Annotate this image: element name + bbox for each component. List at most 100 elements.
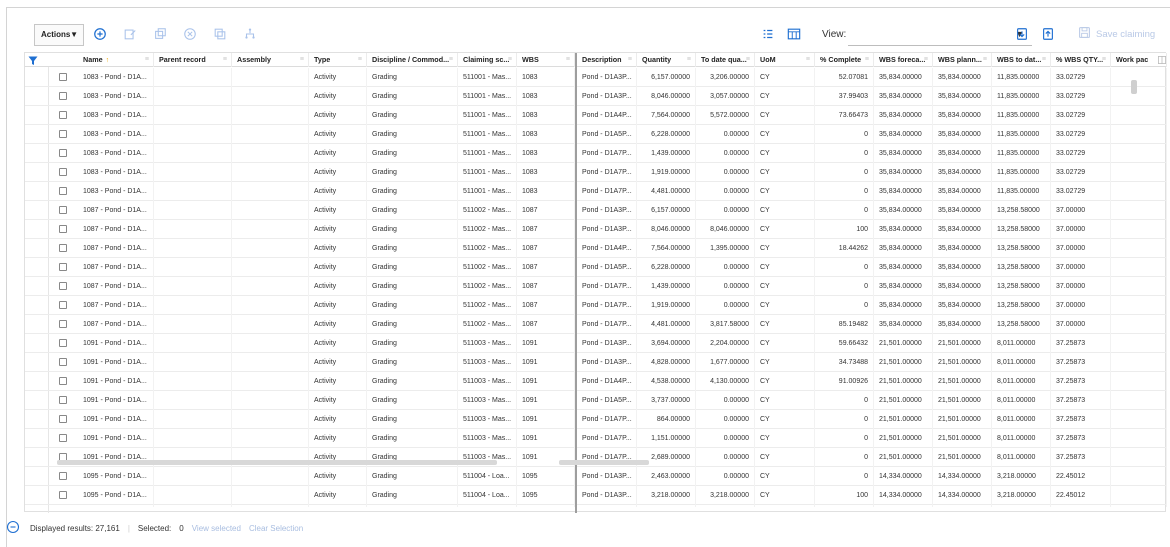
row-checkbox[interactable] xyxy=(59,244,67,252)
column-menu-icon[interactable]: ≡ xyxy=(1102,53,1106,67)
table-row[interactable]: 1087 - Pond - D1A... Activity Grading 51100… xyxy=(25,315,1167,334)
vertical-scroll-thumb[interactable] xyxy=(1131,80,1137,94)
table-row[interactable]: 1087 - Pond - D1A... Activity Grading 51100… xyxy=(25,201,1167,220)
table-row[interactable]: 1083 - Pond - D1A... Activity Grading 51100… xyxy=(25,106,1167,125)
copy-icon[interactable] xyxy=(152,26,168,42)
column-menu-icon[interactable]: ≡ xyxy=(628,53,632,67)
table-row[interactable]: 1091 - Pond - D1A... Activity Grading 51100… xyxy=(25,353,1167,372)
horizontal-scrollbar[interactable] xyxy=(57,458,1137,466)
column-picker-icon[interactable] xyxy=(1153,53,1167,67)
table-row[interactable]: 1087 - Pond - D1A... Activity Grading 51100… xyxy=(25,239,1167,258)
row-checkbox[interactable] xyxy=(59,377,67,385)
table-row[interactable]: 1095 - Pond - D1A... ActivityGrading51100… xyxy=(25,486,1167,505)
columns-icon[interactable] xyxy=(786,26,802,42)
column-header-wbs[interactable]: WBS ≡ xyxy=(517,53,575,67)
table-row[interactable]: 1083 - Pond - D1A... Activity Grading 51100… xyxy=(25,87,1167,106)
hierarchy-icon[interactable] xyxy=(242,26,258,42)
column-header-discipline[interactable]: Discipline / Commod... ≡ xyxy=(367,53,458,67)
table-row[interactable]: 1083 - Pond - D1A... Activity Grading 51100… xyxy=(25,163,1167,182)
horizontal-scroll-thumb-right[interactable] xyxy=(559,460,649,465)
horizontal-scroll-thumb-left[interactable] xyxy=(57,460,497,465)
row-checkbox[interactable] xyxy=(59,130,67,138)
actions-dropdown[interactable]: Actions ▼ xyxy=(34,24,84,46)
row-checkbox[interactable] xyxy=(59,396,67,404)
filter-icon[interactable] xyxy=(28,56,38,66)
column-menu-icon[interactable]: ≡ xyxy=(300,53,304,67)
column-header-wbsqty[interactable]: % WBS QTY... ≡ xyxy=(1051,53,1111,67)
table-row[interactable]: 1083 - Pond - D1A... Activity Grading 51100… xyxy=(25,144,1167,163)
column-menu-icon[interactable]: ≡ xyxy=(449,53,453,67)
duplicate-icon[interactable] xyxy=(212,26,228,42)
collapse-circle-icon[interactable] xyxy=(6,520,20,534)
export-icon[interactable] xyxy=(1014,26,1030,42)
table-row[interactable]: 1083 - Pond - D1A... Activity Grading 51100… xyxy=(25,125,1167,144)
row-checkbox[interactable] xyxy=(59,187,67,195)
column-header-claiming[interactable]: Claiming sc... ≡ xyxy=(458,53,517,67)
row-checkbox[interactable] xyxy=(59,149,67,157)
column-header-description[interactable]: Description ≡ xyxy=(577,53,637,67)
row-checkbox[interactable] xyxy=(59,73,67,81)
row-checkbox[interactable] xyxy=(59,225,67,233)
column-menu-icon[interactable]: ≡ xyxy=(865,53,869,67)
add-circle-icon[interactable] xyxy=(92,26,108,42)
row-checkbox[interactable] xyxy=(59,320,67,328)
column-header-uom[interactable]: UoM ≡ xyxy=(755,53,815,67)
table-row[interactable]: 1091 - Pond - D1A... Activity Grading 51100… xyxy=(25,429,1167,448)
row-checkbox[interactable] xyxy=(59,415,67,423)
edit-icon[interactable] xyxy=(122,26,138,42)
column-header-assembly[interactable]: Assembly ≡ xyxy=(232,53,309,67)
row-checkbox[interactable] xyxy=(59,472,67,480)
column-menu-icon[interactable]: ≡ xyxy=(983,53,987,67)
table-row[interactable]: 1083 - Pond - D1A... Activity Grading 51100… xyxy=(25,182,1167,201)
column-header-parent[interactable]: Parent record ≡ xyxy=(154,53,232,67)
delete-circle-icon[interactable] xyxy=(182,26,198,42)
column-menu-icon[interactable]: ≡ xyxy=(746,53,750,67)
row-checkbox[interactable] xyxy=(59,434,67,442)
table-row[interactable]: 1091 - Pond - D1A... Activity Grading 51100… xyxy=(25,372,1167,391)
column-menu-icon[interactable]: ≡ xyxy=(1042,53,1046,67)
column-menu-icon[interactable]: ≡ xyxy=(566,53,570,67)
pinned-columns-divider[interactable] xyxy=(575,53,577,513)
view-selected-link[interactable]: View selected xyxy=(192,524,241,533)
table-row[interactable]: 1087 - Pond - D1A... Activity Grading 51100… xyxy=(25,296,1167,315)
table-row[interactable]: 1095 - Pond - D1A... ActivityGrading51100… xyxy=(25,505,1167,507)
column-menu-icon[interactable]: ≡ xyxy=(806,53,810,67)
column-header-type[interactable]: Type ≡ xyxy=(309,53,367,67)
row-checkbox[interactable] xyxy=(59,206,67,214)
vertical-scrollbar[interactable] xyxy=(1130,52,1138,512)
import-icon[interactable] xyxy=(1040,26,1056,42)
column-menu-icon[interactable]: ≡ xyxy=(508,53,512,67)
column-header-complete[interactable]: % Complete ≡ xyxy=(815,53,874,67)
clear-selection-link[interactable]: Clear Selection xyxy=(249,524,303,533)
column-header-quantity[interactable]: Quantity ≡ xyxy=(637,53,696,67)
column-header-wbstodate[interactable]: WBS to dat... ≡ xyxy=(992,53,1051,67)
column-menu-icon[interactable]: ≡ xyxy=(687,53,691,67)
row-checkbox[interactable] xyxy=(59,301,67,309)
row-checkbox[interactable] xyxy=(59,358,67,366)
row-checkbox[interactable] xyxy=(59,168,67,176)
row-checkbox[interactable] xyxy=(59,92,67,100)
table-row[interactable]: 1087 - Pond - D1A... Activity Grading 51100… xyxy=(25,277,1167,296)
column-header-todate[interactable]: To date qua... ≡ xyxy=(696,53,755,67)
column-header-wbsplan[interactable]: WBS plann... ≡ xyxy=(933,53,992,67)
table-row[interactable]: 1091 - Pond - D1A... Activity Grading 51100… xyxy=(25,410,1167,429)
column-menu-icon[interactable]: ≡ xyxy=(358,53,362,67)
row-checkbox[interactable] xyxy=(59,282,67,290)
column-settings-icon[interactable] xyxy=(760,26,776,42)
row-checkbox[interactable] xyxy=(59,339,67,347)
column-menu-icon[interactable]: ≡ xyxy=(924,53,928,67)
table-row[interactable]: 1087 - Pond - D1A... Activity Grading 51100… xyxy=(25,220,1167,239)
row-checkbox[interactable] xyxy=(59,111,67,119)
row-checkbox[interactable] xyxy=(59,263,67,271)
table-row[interactable]: 1087 - Pond - D1A... Activity Grading 51100… xyxy=(25,258,1167,277)
table-row[interactable]: 1091 - Pond - D1A... Activity Grading 51100… xyxy=(25,391,1167,410)
column-menu-icon[interactable]: ≡ xyxy=(145,53,149,67)
view-select[interactable]: ▼ xyxy=(848,24,1032,46)
sort-ascending-icon[interactable]: ↑ xyxy=(106,57,110,64)
row-checkbox[interactable] xyxy=(59,491,67,499)
column-header-wbsforecast[interactable]: WBS foreca... ≡ xyxy=(874,53,933,67)
table-row[interactable]: 1091 - Pond - D1A... Activity Grading 51100… xyxy=(25,334,1167,353)
column-header-name[interactable]: Name ↑ ≡ xyxy=(78,53,154,67)
column-menu-icon[interactable]: ≡ xyxy=(223,53,227,67)
table-row[interactable]: 1083 - Pond - D1A... Activity Grading 51100… xyxy=(25,68,1167,87)
